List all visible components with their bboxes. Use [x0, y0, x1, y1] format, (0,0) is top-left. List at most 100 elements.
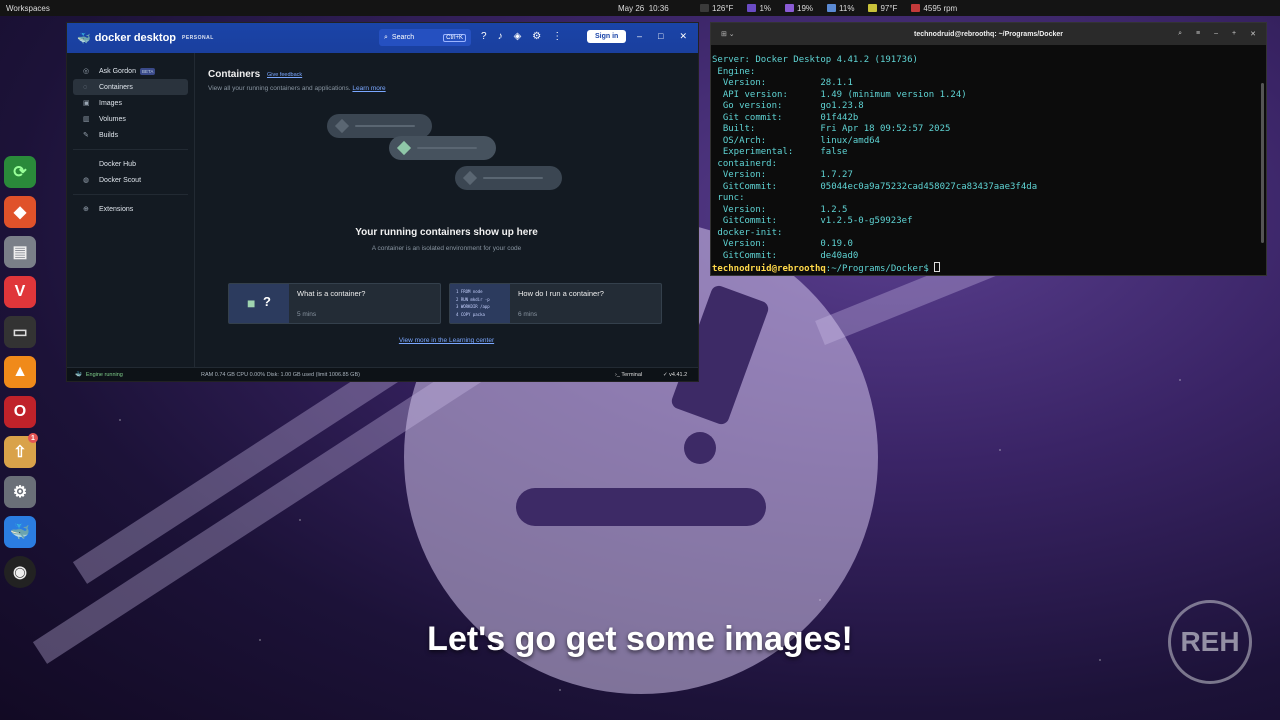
- files-app-icon[interactable]: ▤: [4, 236, 36, 268]
- version-label[interactable]: ✓ v4.41.2: [663, 372, 687, 378]
- engine-status[interactable]: 🐳 Engine running: [75, 372, 123, 378]
- beta-badge: BETA: [139, 67, 156, 75]
- prompt-line[interactable]: technodruid@rebroothq:~/Programs/Docker$: [712, 262, 1266, 276]
- terminal-app-icon[interactable]: ▭: [4, 316, 36, 348]
- learn-more-link[interactable]: Learn more: [352, 85, 385, 92]
- container-illustration: [455, 166, 562, 190]
- docker-toolbar-icons: ? ♪ ◈ ⚙ ⋮: [481, 31, 562, 42]
- sidebar-item-docker-hub[interactable]: Docker Hub: [73, 156, 188, 172]
- cpu-icon: [747, 4, 757, 12]
- docker-search-box[interactable]: ⌕ Search Ctrl+K: [379, 29, 471, 46]
- gpu-stat: 19%: [785, 4, 813, 13]
- card-duration: 6 mins: [518, 311, 538, 318]
- docker-status-bar: 🐳 Engine running RAM 0.74 GB CPU 0.00% Di…: [67, 367, 698, 381]
- container-illustration: [389, 136, 496, 160]
- resource-usage: RAM 0.74 GB CPU 0.00% Disk: 1.00 GB used…: [201, 371, 360, 378]
- close-icon[interactable]: ✕: [679, 31, 687, 42]
- learning-card-what-is-container[interactable]: ■? What is a container? 5 mins: [228, 283, 441, 324]
- menu-icon[interactable]: ≡: [1196, 30, 1200, 38]
- docker-title-bar: 🐳 docker desktop PERSONAL ⌕ Search Ctrl+K …: [67, 23, 698, 53]
- terminal-output[interactable]: Server: Docker Desktop 4.41.2 (191736) E…: [711, 45, 1266, 276]
- whale-icon: 🐳: [77, 32, 91, 45]
- dock: ⟳ ◆ ▤ V ▭ ▲ O ⇧ 1 ⚙ 🐳 ◉: [4, 156, 38, 588]
- gpu-icon: [785, 4, 794, 12]
- sidebar-item-containers[interactable]: ◌ Containers: [73, 79, 188, 95]
- refresh-app-icon[interactable]: ⟳: [4, 156, 36, 188]
- system-top-bar: Workspaces May 26 10:36 126°F 1% 19% 11%…: [0, 0, 1280, 16]
- shortcut-hint: Ctrl+K: [443, 33, 466, 42]
- gear-icon[interactable]: ⚙: [532, 31, 541, 42]
- search-icon[interactable]: ⌕: [1178, 30, 1182, 38]
- sign-in-button[interactable]: Sign in: [587, 30, 627, 43]
- wrench-icon: ✎: [83, 132, 89, 139]
- sidebar-item-docker-scout[interactable]: ◍ Docker Scout: [73, 172, 188, 188]
- card-thumbnail: 1 FROM node 2 RUN mkdir -p 3 WORKDIR /ap…: [450, 284, 510, 323]
- bell-icon[interactable]: ♪: [498, 31, 503, 42]
- page-subtitle: View all your running containers and app…: [208, 85, 386, 92]
- sidebar-item-volumes[interactable]: ▥ Volumes: [73, 111, 188, 127]
- sidebar-divider: [73, 194, 188, 195]
- wallpaper-slot: [516, 488, 766, 526]
- sidebar-item-ask-gordon[interactable]: ◎ Ask Gordon BETA: [73, 63, 188, 79]
- card-duration: 5 mins: [297, 311, 317, 318]
- sidebar-divider: [73, 149, 188, 150]
- terminal-title: technodruid@rebroothq: ~/Programs/Docker: [914, 30, 1063, 38]
- terminal-window: ⊞ ⌄ technodruid@rebroothq: ~/Programs/Do…: [710, 22, 1267, 276]
- clock[interactable]: May 26 10:36: [618, 4, 669, 13]
- learning-card-how-run-container[interactable]: 1 FROM node 2 RUN mkdir -p 3 WORKDIR /ap…: [449, 283, 662, 324]
- settings-app-icon[interactable]: ⚙: [4, 476, 36, 508]
- docker-logo: 🐳 docker desktop PERSONAL: [77, 32, 214, 45]
- card-thumbnail: ■?: [229, 284, 289, 323]
- system-stats: 126°F 1% 19% 11% 97°F 4595 rpm: [700, 4, 957, 13]
- empty-state-subtitle: A container is an isolated environment f…: [371, 245, 522, 252]
- help-icon[interactable]: ?: [481, 31, 487, 42]
- question-icon: ?: [263, 294, 271, 309]
- video-caption: Let's go get some images!: [427, 620, 853, 658]
- opera-browser-icon[interactable]: O: [4, 396, 36, 428]
- thermal-stat: 97°F: [868, 4, 897, 13]
- containers-view: Containers Give feedback View all your r…: [195, 53, 698, 367]
- fan-icon: [911, 4, 921, 12]
- search-icon: ⌕: [384, 33, 388, 41]
- terminal-button[interactable]: ›_ Terminal: [615, 372, 642, 378]
- give-feedback-link[interactable]: Give feedback: [267, 72, 302, 78]
- docker-app-icon[interactable]: 🐳: [4, 516, 36, 548]
- new-tab-icon[interactable]: ⊞ ⌄: [721, 30, 735, 38]
- learning-center-link[interactable]: View more in the Learning center: [195, 337, 698, 344]
- window-controls: – □ ✕: [637, 31, 687, 42]
- maximize-icon[interactable]: +: [1232, 30, 1236, 38]
- cpu-stat: 1%: [747, 4, 771, 13]
- page-title: Containers: [208, 69, 261, 80]
- terminal-cursor: [934, 262, 941, 272]
- terminal-title-bar: ⊞ ⌄ technodruid@rebroothq: ~/Programs/Do…: [711, 23, 1266, 45]
- card-title: What is a container?: [297, 289, 366, 298]
- close-icon[interactable]: ✕: [1250, 30, 1256, 38]
- workspaces-button[interactable]: Workspaces: [0, 4, 50, 13]
- fan-stat: 4595 rpm: [911, 4, 957, 13]
- gordon-icon: ◎: [83, 68, 90, 75]
- scout-icon: ◍: [83, 177, 90, 184]
- terminal-window-controls: ⌕ ≡ – + ✕: [1178, 30, 1256, 38]
- sidebar-item-images[interactable]: ▣ Images: [73, 95, 188, 111]
- obs-studio-icon[interactable]: ◉: [4, 556, 36, 588]
- vlc-player-icon[interactable]: ▲: [4, 356, 36, 388]
- sidebar-item-extensions[interactable]: ⊕ Extensions: [73, 201, 188, 217]
- volume-icon: ▥: [83, 116, 90, 123]
- memory-icon: [827, 4, 837, 12]
- grid-icon[interactable]: ⋮: [552, 31, 562, 42]
- card-title: How do I run a container?: [518, 289, 604, 298]
- docker-sidebar: ◎ Ask Gordon BETA ◌ Containers ▣ Images ▥ Vol…: [67, 53, 195, 367]
- sidebar-item-builds[interactable]: ✎ Builds: [73, 127, 188, 143]
- minimize-icon[interactable]: –: [637, 31, 642, 42]
- temperature-readout: 126°F: [700, 4, 733, 13]
- code-snippet: 1 FROM node 2 RUN mkdir -p 3 WORKDIR /ap…: [456, 289, 490, 317]
- terminal-scrollbar[interactable]: [1261, 83, 1264, 243]
- minimize-icon[interactable]: –: [1214, 30, 1218, 38]
- maximize-icon[interactable]: □: [658, 31, 663, 42]
- update-manager-icon[interactable]: ⇧ 1: [4, 433, 38, 468]
- reh-watermark-logo: REH: [1168, 600, 1252, 684]
- learning-icon[interactable]: ◈: [514, 31, 522, 42]
- extensions-icon: ⊕: [83, 206, 89, 213]
- vivaldi-browser-icon[interactable]: V: [4, 276, 36, 308]
- brave-browser-icon[interactable]: ◆: [4, 196, 36, 228]
